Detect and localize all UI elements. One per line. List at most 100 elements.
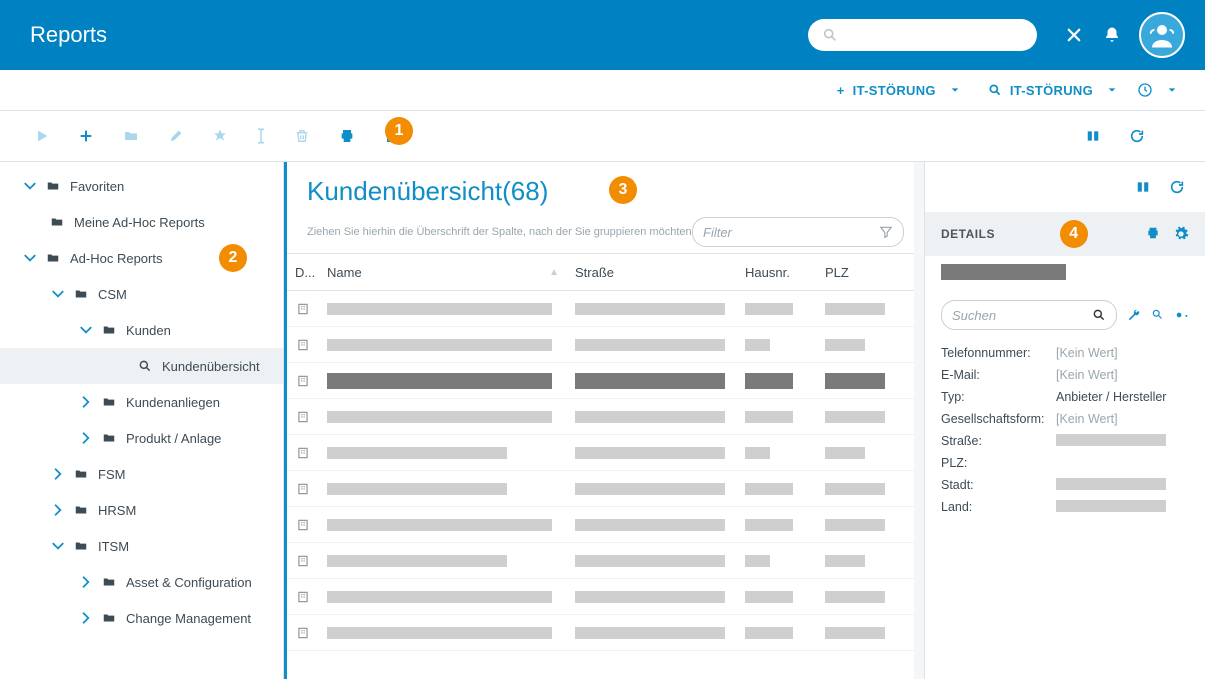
building-icon <box>287 338 319 352</box>
search-label: IT-STÖRUNG <box>1010 83 1093 98</box>
field-phone: Telefonnummer:[Kein Wert] <box>925 342 1205 364</box>
annotation-marker-3: 3 <box>609 176 637 204</box>
wrench-icon[interactable] <box>1127 308 1141 322</box>
search-icon <box>1092 308 1106 322</box>
key-icon[interactable] <box>1175 308 1189 322</box>
tree-kundenuebersicht[interactable]: Kundenübersicht <box>0 348 283 384</box>
table-row[interactable] <box>287 579 924 615</box>
edit-icon[interactable] <box>168 128 184 144</box>
scrollbar[interactable] <box>914 162 924 679</box>
print-icon[interactable] <box>1145 226 1161 242</box>
folder-icon <box>100 431 118 445</box>
expand-icon[interactable] <box>20 176 40 196</box>
chevron-down-icon[interactable] <box>1167 85 1177 95</box>
report-title: Kundenübersicht(68) <box>307 176 548 207</box>
app-title: Reports <box>30 22 107 48</box>
search-it-stoerung[interactable]: IT-STÖRUNG <box>988 83 1117 98</box>
columns-icon[interactable] <box>1085 129 1101 143</box>
details-search[interactable]: Suchen <box>941 300 1117 330</box>
clear-icon[interactable] <box>1065 26 1083 44</box>
expand-icon[interactable] <box>48 536 68 556</box>
table-row[interactable] <box>287 327 924 363</box>
tree-fsm[interactable]: FSM <box>0 456 283 492</box>
tree-csm[interactable]: CSM <box>0 276 283 312</box>
building-icon <box>287 482 319 496</box>
col-name[interactable]: Name▲ <box>319 265 567 280</box>
tree-favorites[interactable]: Favoriten <box>0 168 283 204</box>
create-it-stoerung[interactable]: + IT-STÖRUNG <box>837 83 960 98</box>
plus-icon: + <box>837 83 845 98</box>
table-row[interactable] <box>287 291 924 327</box>
wrench-search-icon[interactable] <box>1151 308 1165 322</box>
columns-icon[interactable] <box>1135 180 1151 194</box>
collapse-icon[interactable] <box>76 608 96 628</box>
user-avatar[interactable] <box>1139 12 1185 58</box>
add-icon[interactable] <box>78 128 94 144</box>
favorite-icon[interactable] <box>212 128 228 144</box>
col-street[interactable]: Straße <box>567 265 737 280</box>
filter-input[interactable]: Filter <box>692 217 904 247</box>
main-layout: Favoriten Meine Ad-Hoc Reports Ad-Hoc Re… <box>0 161 1205 679</box>
table-row[interactable] <box>287 471 924 507</box>
field-street: Straße: <box>925 430 1205 452</box>
tree-hrsm[interactable]: HRSM <box>0 492 283 528</box>
table-row[interactable] <box>287 615 924 651</box>
tree-change[interactable]: Change Management <box>0 600 283 636</box>
tree-itsm[interactable]: ITSM <box>0 528 283 564</box>
history-menu[interactable] <box>1137 82 1177 98</box>
building-icon <box>287 554 319 568</box>
gear-icon[interactable] <box>1173 226 1189 242</box>
folder-icon <box>72 503 90 517</box>
field-stadt: Stadt: <box>925 474 1205 496</box>
expand-icon[interactable] <box>76 320 96 340</box>
building-icon <box>287 302 319 316</box>
tree-kunden[interactable]: Kunden <box>0 312 283 348</box>
col-zip[interactable]: PLZ <box>817 265 897 280</box>
table-row[interactable] <box>287 363 924 399</box>
delete-icon[interactable] <box>294 128 310 144</box>
tree-my-adhoc[interactable]: Meine Ad-Hoc Reports <box>0 204 283 240</box>
search-icon <box>988 83 1002 97</box>
folder-icon <box>100 395 118 409</box>
details-pane: DETAILS 4 Suchen Telefonnummer:[Kein Wer… <box>925 162 1205 679</box>
tree-adhoc[interactable]: Ad-Hoc Reports 2 <box>0 240 283 276</box>
collapse-icon[interactable] <box>48 464 68 484</box>
collapse-icon[interactable] <box>76 392 96 412</box>
expand-icon[interactable] <box>48 284 68 304</box>
table-row[interactable] <box>287 435 924 471</box>
expand-icon[interactable] <box>20 248 40 268</box>
clock-icon <box>1137 82 1153 98</box>
refresh-icon[interactable] <box>1129 128 1145 144</box>
global-search[interactable] <box>808 19 1037 51</box>
chevron-down-icon[interactable] <box>1107 85 1117 95</box>
refresh-icon[interactable] <box>1169 179 1185 195</box>
col-houseno[interactable]: Hausnr. <box>737 265 817 280</box>
text-cursor-icon[interactable] <box>256 127 266 145</box>
building-icon <box>287 374 319 388</box>
tree-asset[interactable]: Asset & Configuration <box>0 564 283 600</box>
building-icon <box>287 626 319 640</box>
filter-placeholder: Filter <box>703 225 732 240</box>
tree-produkt[interactable]: Produkt / Anlage <box>0 420 283 456</box>
details-header: DETAILS 4 <box>925 212 1205 256</box>
chevron-down-icon[interactable] <box>950 85 960 95</box>
bell-icon[interactable] <box>1103 26 1121 44</box>
play-icon[interactable] <box>34 128 50 144</box>
folder-icon <box>72 287 90 301</box>
building-icon <box>287 446 319 460</box>
table-row[interactable] <box>287 543 924 579</box>
tree-kundenanliegen[interactable]: Kundenanliegen <box>0 384 283 420</box>
annotation-marker-1: 1 <box>385 117 413 145</box>
field-typ: Typ:Anbieter / Hersteller <box>925 386 1205 408</box>
folder-icon <box>72 467 90 481</box>
print-icon[interactable] <box>338 128 356 144</box>
folder-icon[interactable] <box>122 128 140 144</box>
collapse-icon[interactable] <box>48 500 68 520</box>
col-icon[interactable]: D... <box>287 265 319 280</box>
annotation-marker-2: 2 <box>219 244 247 272</box>
collapse-icon[interactable] <box>76 572 96 592</box>
table-row[interactable] <box>287 507 924 543</box>
collapse-icon[interactable] <box>76 428 96 448</box>
table-row[interactable] <box>287 399 924 435</box>
folder-icon <box>100 323 118 337</box>
